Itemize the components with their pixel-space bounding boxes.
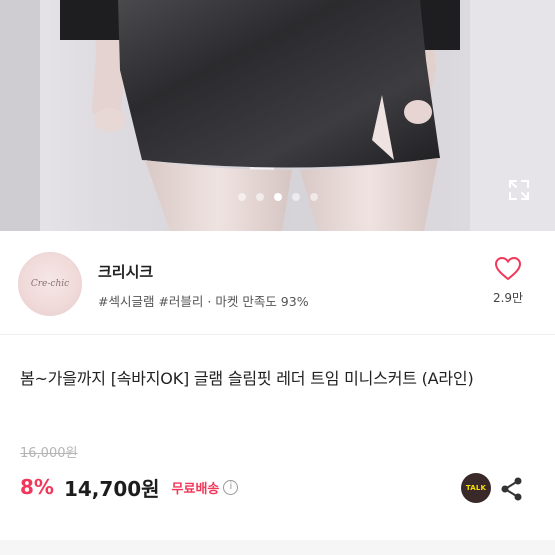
like-count: 2.9만 (492, 291, 524, 305)
seller-tags: #섹시글램 #러블리 · 마켓 만족도 93% (98, 294, 309, 309)
carousel-dot-active[interactable] (273, 193, 282, 201)
like-button[interactable]: 2.9만 (483, 256, 533, 306)
carousel-dot[interactable] (255, 193, 264, 201)
seller-name[interactable]: 크리시크 (98, 261, 153, 282)
carousel-indicators (0, 193, 555, 201)
seller-section: Cre-chic 크리시크 #섹시글램 #러블리 · 마켓 만족도 93% 2.… (0, 231, 555, 335)
product-image-carousel[interactable] (0, 0, 555, 231)
discount-rate: 8% (20, 475, 54, 499)
product-title: 봄~가을까지 [속바지OK] 글램 슬림핏 레더 트임 미니스커트 (A라인) (20, 369, 474, 388)
share-button[interactable] (499, 476, 525, 502)
seller-avatar-logo: Cre-chic (30, 279, 70, 289)
info-icon[interactable]: i (223, 479, 239, 495)
carousel-dot[interactable] (291, 193, 300, 201)
carousel-dot[interactable] (309, 193, 318, 201)
seller-avatar[interactable]: Cre-chic (18, 252, 82, 316)
price-row: 8% 14,700원 무료배송 i (20, 470, 239, 504)
share-icon (501, 477, 522, 501)
original-price: 16,000원 (20, 446, 78, 461)
sale-price: 14,700원 (63, 476, 160, 501)
section-divider (0, 540, 555, 555)
kakao-talk-button[interactable]: TALK (461, 473, 491, 503)
fullscreen-expand-icon[interactable] (507, 178, 531, 202)
carousel-dot[interactable] (237, 193, 246, 201)
free-shipping-label: 무료배송 (171, 481, 220, 497)
heart-icon (494, 256, 522, 281)
